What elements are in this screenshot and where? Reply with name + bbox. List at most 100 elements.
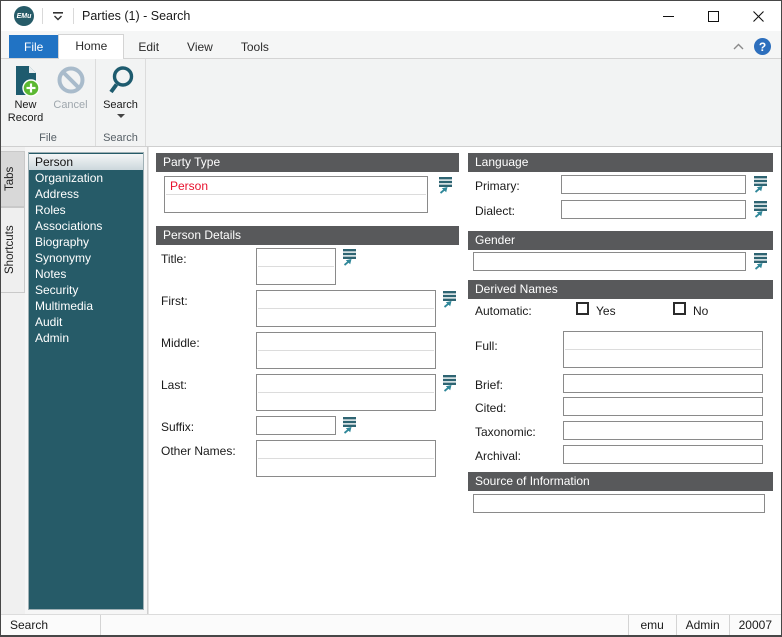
ribbon: New Record Cancel File [1, 59, 781, 147]
first-label: First: [161, 294, 188, 308]
side-tab-shortcuts[interactable]: Shortcuts [1, 207, 25, 293]
automatic-no-checkbox[interactable] [673, 302, 686, 315]
full-label: Full: [475, 339, 498, 353]
side-tab-strip: Tabs Shortcuts [1, 147, 25, 614]
suffix-lookup-icon[interactable] [341, 416, 358, 434]
last-field[interactable] [256, 374, 436, 411]
sidebar-item-person[interactable]: Person [29, 154, 143, 170]
ribbon-group-search: Search Search [96, 59, 146, 146]
side-tab-tabs[interactable]: Tabs [1, 151, 25, 207]
sidebar-item-biography[interactable]: Biography [29, 234, 143, 250]
tab-home[interactable]: Home [58, 34, 124, 59]
full-field[interactable] [563, 331, 763, 368]
ribbon-group-label-search: Search [98, 131, 143, 146]
taxonomic-label: Taxonomic: [475, 425, 536, 439]
primary-label: Primary: [475, 179, 520, 193]
new-record-label: New Record [4, 99, 48, 125]
cited-label: Cited: [475, 401, 506, 415]
sidebar-item-admin[interactable]: Admin [29, 330, 143, 346]
ribbon-tab-row: File Home Edit View Tools ? [1, 31, 781, 59]
sidebar-item-roles[interactable]: Roles [29, 202, 143, 218]
suffix-field[interactable] [256, 416, 336, 435]
primary-field[interactable] [561, 175, 746, 194]
app-window: EMu Parties (1) - Search File Home Edit … [0, 0, 782, 637]
help-icon[interactable]: ? [754, 38, 771, 55]
brief-label: Brief: [475, 378, 503, 392]
sidebar-item-notes[interactable]: Notes [29, 266, 143, 282]
primary-lookup-icon[interactable] [752, 175, 769, 193]
section-header-source-of-information: Source of Information [468, 472, 773, 491]
automatic-yes-label: Yes [596, 304, 616, 318]
dialect-label: Dialect: [475, 204, 515, 218]
gender-lookup-icon[interactable] [752, 252, 769, 270]
cancel-label: Cancel [49, 99, 93, 112]
statusbar-user: Admin [676, 615, 729, 635]
statusbar-port: 20007 [729, 615, 781, 635]
new-record-button[interactable]: New Record [3, 61, 48, 125]
other-names-label: Other Names: [161, 444, 236, 458]
section-header-person-details: Person Details [156, 226, 459, 245]
title-label: Title: [161, 252, 187, 266]
search-label: Search [99, 99, 143, 112]
sidebar-item-security[interactable]: Security [29, 282, 143, 298]
titlebar-separator [42, 8, 43, 24]
emu-logo-icon: EMu [14, 6, 34, 26]
collapse-ribbon-icon[interactable] [733, 43, 744, 50]
titlebar-separator [73, 8, 74, 24]
brief-field[interactable] [563, 374, 763, 393]
tab-file[interactable]: File [9, 35, 58, 59]
title-field[interactable] [256, 248, 336, 285]
archival-field[interactable] [563, 445, 763, 464]
dialect-lookup-icon[interactable] [752, 200, 769, 218]
middle-label: Middle: [161, 336, 200, 350]
sidebar-tab-list: Person Organization Address Roles Associ… [28, 152, 144, 610]
cancel-icon [54, 64, 88, 98]
ribbon-group-file: New Record Cancel File [1, 59, 96, 146]
cited-field[interactable] [563, 397, 763, 416]
automatic-label: Automatic: [475, 304, 532, 318]
close-button[interactable] [736, 1, 781, 31]
gender-field[interactable] [473, 252, 746, 271]
search-dropdown-caret-icon[interactable] [117, 114, 125, 118]
party-type-table[interactable]: Person [164, 176, 428, 213]
sidebar-item-associations[interactable]: Associations [29, 218, 143, 234]
sidebar-item-organization[interactable]: Organization [29, 170, 143, 186]
middle-field[interactable] [256, 332, 436, 369]
first-field[interactable] [256, 290, 436, 327]
tab-tools[interactable]: Tools [227, 35, 283, 59]
sidebar-item-audit[interactable]: Audit [29, 314, 143, 330]
titlebar: EMu Parties (1) - Search [1, 1, 781, 31]
dialect-field[interactable] [561, 200, 746, 219]
taxonomic-field[interactable] [563, 421, 763, 440]
statusbar: Search emu Admin 20007 [1, 614, 781, 635]
tab-edit[interactable]: Edit [124, 35, 173, 59]
last-label: Last: [161, 378, 187, 392]
quick-access-dropdown-icon[interactable] [51, 9, 65, 23]
sidebar-item-synonymy[interactable]: Synonymy [29, 250, 143, 266]
tab-view[interactable]: View [173, 35, 227, 59]
title-lookup-icon[interactable] [341, 248, 358, 266]
other-names-field[interactable] [256, 440, 436, 477]
sidebar-item-multimedia[interactable]: Multimedia [29, 298, 143, 314]
first-lookup-icon[interactable] [441, 290, 458, 308]
sidebar-container: Person Organization Address Roles Associ… [25, 147, 147, 614]
cancel-button[interactable]: Cancel [48, 61, 93, 112]
maximize-button[interactable] [691, 1, 736, 31]
section-header-language: Language [468, 153, 773, 172]
minimize-button[interactable] [646, 1, 691, 31]
section-header-gender: Gender [468, 231, 773, 250]
statusbar-server: emu [628, 615, 676, 635]
search-button[interactable]: Search [98, 61, 143, 118]
last-lookup-icon[interactable] [441, 374, 458, 392]
ribbon-group-label-file: File [3, 131, 93, 146]
search-icon [104, 64, 138, 98]
automatic-yes-checkbox[interactable] [576, 302, 589, 315]
party-type-value: Person [170, 179, 208, 193]
new-record-icon [9, 64, 43, 98]
sidebar-item-address[interactable]: Address [29, 186, 143, 202]
party-type-lookup-icon[interactable] [437, 176, 454, 194]
source-of-information-field[interactable] [473, 494, 765, 513]
section-header-derived-names: Derived Names [468, 280, 773, 299]
form-area: Party Type Person Person Details Title: … [149, 147, 781, 614]
suffix-label: Suffix: [161, 420, 194, 434]
